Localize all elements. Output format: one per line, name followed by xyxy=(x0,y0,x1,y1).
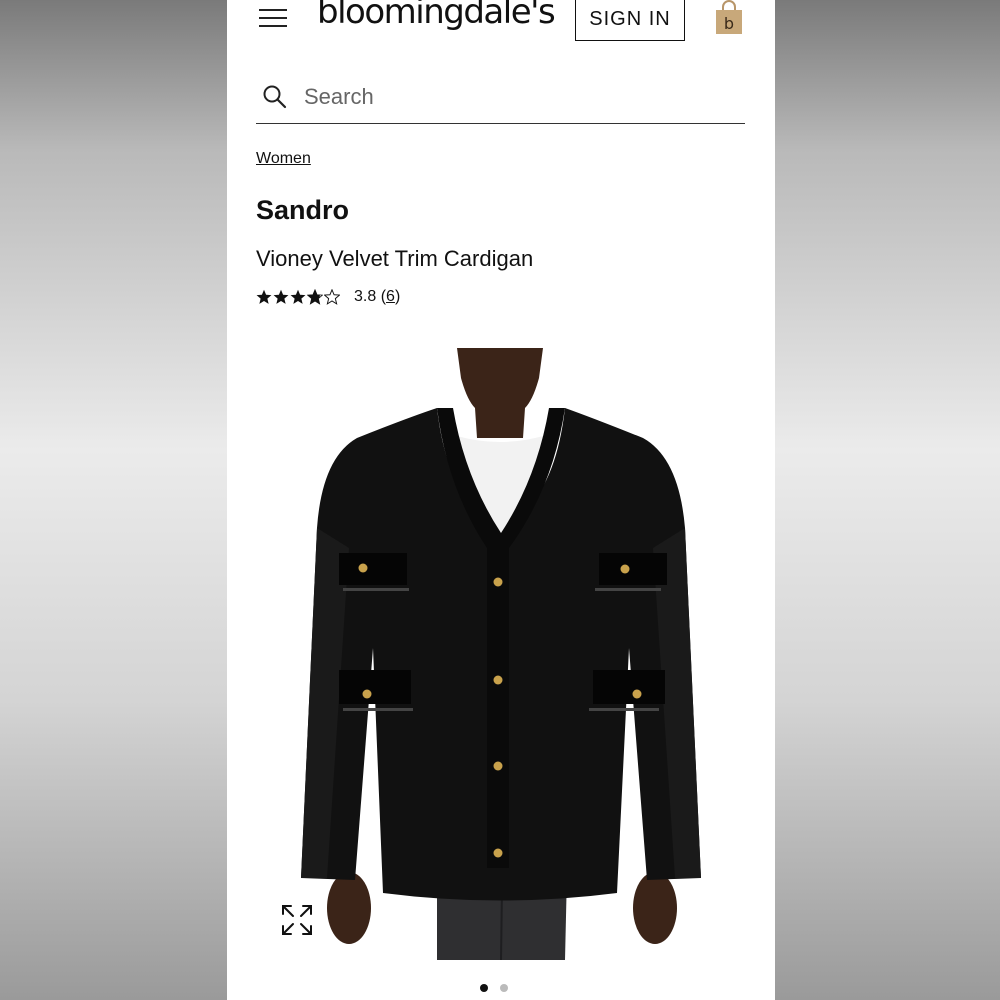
search-bar xyxy=(256,74,745,124)
product-rating: 3.8 (6) xyxy=(256,288,400,306)
search-icon[interactable] xyxy=(262,84,288,110)
carousel-dots xyxy=(480,984,508,992)
expand-icon[interactable] xyxy=(280,903,314,937)
star-icon-full xyxy=(290,289,306,304)
star-icon-full xyxy=(273,289,289,304)
product-brand[interactable]: Sandro xyxy=(256,195,349,226)
star-icon-partial xyxy=(307,289,323,305)
rating-paren-close: ) xyxy=(394,288,401,305)
star-icon-empty xyxy=(324,289,340,305)
mobile-page: bloomingdale's SIGN IN b Women Sandro Vi… xyxy=(227,0,775,1000)
review-count-link[interactable]: 6 xyxy=(386,288,395,306)
star-icon-full xyxy=(256,289,272,304)
carousel-dot-2[interactable] xyxy=(500,984,508,992)
bag-letter: b xyxy=(724,14,734,33)
shopping-bag-icon[interactable]: b xyxy=(714,0,744,36)
store-logo[interactable]: bloomingdale's xyxy=(317,0,556,32)
star-rating xyxy=(256,289,340,305)
breadcrumb-women[interactable]: Women xyxy=(256,150,311,168)
product-title: Vioney Velvet Trim Cardigan xyxy=(256,246,534,271)
menu-icon[interactable] xyxy=(259,7,289,29)
product-image[interactable] xyxy=(287,348,715,960)
rating-value: 3.8 xyxy=(354,288,377,305)
sign-in-button[interactable]: SIGN IN xyxy=(575,0,685,41)
carousel-dot-1[interactable] xyxy=(480,984,488,992)
search-input[interactable] xyxy=(302,78,736,116)
